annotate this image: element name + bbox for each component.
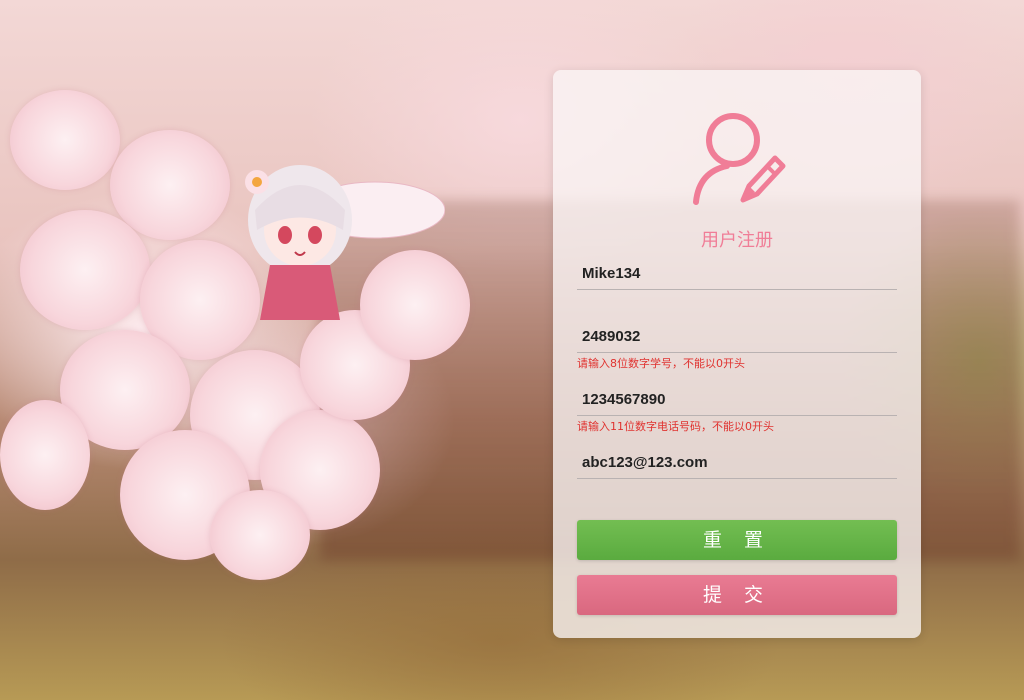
username-input[interactable] [577, 258, 897, 290]
reset-button[interactable]: 重 置 [577, 520, 897, 560]
phone-input[interactable] [577, 384, 897, 416]
submit-button[interactable]: 提 交 [577, 575, 897, 615]
anime-girl-mascot [245, 165, 445, 320]
register-panel: 用户注册 请输入8位数字学号，不能以0开头 请输入11位数字电话号码，不能以0开… [553, 70, 921, 638]
phone-error: 请输入11位数字电话号码，不能以0开头 [577, 420, 774, 433]
email-input[interactable] [577, 447, 897, 479]
page-title: 用户注册 [701, 230, 773, 251]
student-id-error: 请输入8位数字学号，不能以0开头 [577, 357, 745, 370]
user-edit-icon [693, 113, 786, 205]
student-id-input[interactable] [577, 321, 897, 353]
